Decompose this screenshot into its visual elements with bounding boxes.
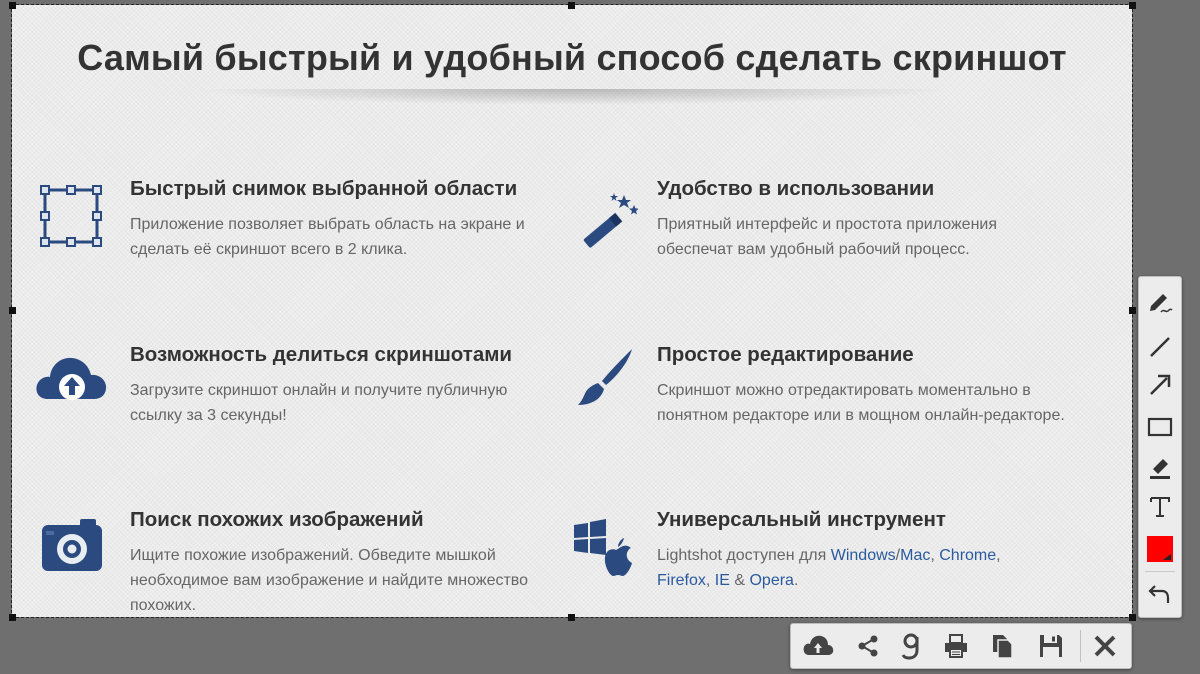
resize-handle-bottom-left[interactable] [9,614,16,621]
feature-usability: Удобство в использовании Приятный интерф… [657,175,1077,262]
resize-handle-top[interactable] [568,2,575,9]
feature-description: Скриншот можно отредактировать моменталь… [657,382,1065,424]
cloud-upload-icon [36,357,107,400]
text-comma: , [705,572,715,589]
print-icon [945,634,967,658]
arrow-tool-button[interactable] [1144,369,1176,401]
text-prefix: Lightshot доступен для [657,547,831,564]
feature-editing: Простое редактирование Скриншот можно от… [657,341,1077,428]
print-button[interactable] [939,630,973,662]
feature-title: Удобство в использовании [657,177,935,200]
feature-description: Приложение позволяет выбрать область на … [130,216,525,258]
undo-button[interactable] [1144,577,1176,609]
link-opera[interactable]: Opera [749,572,793,589]
resize-handle-top-right[interactable] [1129,2,1136,9]
resize-handle-left[interactable] [9,307,16,314]
line-icon [1150,337,1170,357]
text-period: . [793,572,799,589]
color-picker-button[interactable] [1144,533,1176,565]
feature-description: Lightshot доступен для Windows/Mac, Chro… [657,543,1087,593]
selection-area-icon [40,185,102,247]
share-button[interactable] [851,630,885,662]
capture-selection-area[interactable]: Самый быстрый и удобный способ сделать с… [11,4,1133,618]
toolbar-separator [1145,571,1175,572]
text-tool-button[interactable] [1144,491,1176,523]
paint-brush-icon [578,349,632,405]
text-icon [1150,497,1170,517]
feature-sharing: Возможность делиться скриншотами Загрузи… [130,341,550,428]
feature-title: Простое редактирование [657,343,914,366]
save-icon [1040,635,1062,657]
rectangle-icon [1147,417,1173,437]
feature-title: Быстрый снимок выбранной области [130,177,518,200]
feature-universal: Универсальный инструмент Lightshot досту… [657,506,1087,593]
pen-tool-button[interactable] [1144,287,1176,319]
color-picker-icon [1147,536,1173,562]
link-firefox[interactable]: Firefox [657,572,706,589]
marker-tool-button[interactable] [1144,451,1176,483]
feature-fast-snapshot: Быстрый снимок выбранной области Приложе… [130,175,550,262]
text-comma: , [930,547,940,564]
feature-title: Возможность делиться скриншотами [130,343,513,366]
link-ie[interactable]: IE [715,572,730,589]
text-ampersand: & [729,572,750,589]
feature-title: Поиск похожих изображений [130,508,424,531]
dropdown-triangle-icon [1163,554,1171,560]
link-mac[interactable]: Mac [900,547,930,564]
close-icon [1094,635,1116,657]
copy-button[interactable] [985,630,1019,662]
feature-similar-search: Поиск похожих изображений Ищите похожие … [130,506,560,617]
marker-icon [1150,459,1170,479]
google-search-button[interactable] [894,630,928,662]
action-toolbar [790,623,1132,669]
copy-icon [993,635,1013,659]
save-button[interactable] [1034,630,1068,662]
resize-handle-bottom[interactable] [568,614,575,621]
text-comma: , [996,547,1001,564]
feature-description: Ищите похожие изображений. Обведите мышк… [130,547,529,614]
link-windows[interactable]: Windows [831,547,896,564]
rectangle-tool-button[interactable] [1144,411,1176,443]
camera-icon [42,519,102,571]
windows-apple-icon [574,519,632,576]
feature-description: Приятный интерфейс и простота приложения… [657,216,998,258]
feature-title: Универсальный инструмент [657,508,946,531]
line-tool-button[interactable] [1144,331,1176,363]
resize-handle-top-left[interactable] [9,2,16,9]
feature-description: Загрузите скриншот онлайн и получите пуб… [130,382,508,424]
upload-button[interactable] [801,630,835,662]
edit-toolbar [1138,276,1182,618]
link-chrome[interactable]: Chrome [939,547,996,564]
magic-wand-icon [583,193,638,248]
share-icon [858,635,878,657]
page-title: Самый быстрый и удобный способ сделать с… [77,37,1067,78]
upload-cloud-icon [803,635,834,655]
pen-icon [1150,294,1173,313]
title-shadow [192,89,952,105]
undo-icon [1148,585,1170,603]
toolbar-separator [1080,630,1081,662]
resize-handle-right[interactable] [1129,307,1136,314]
google-search-icon [901,633,919,660]
close-button[interactable] [1088,630,1122,662]
arrow-icon [1150,374,1171,395]
resize-handle-bottom-right[interactable] [1129,614,1136,621]
